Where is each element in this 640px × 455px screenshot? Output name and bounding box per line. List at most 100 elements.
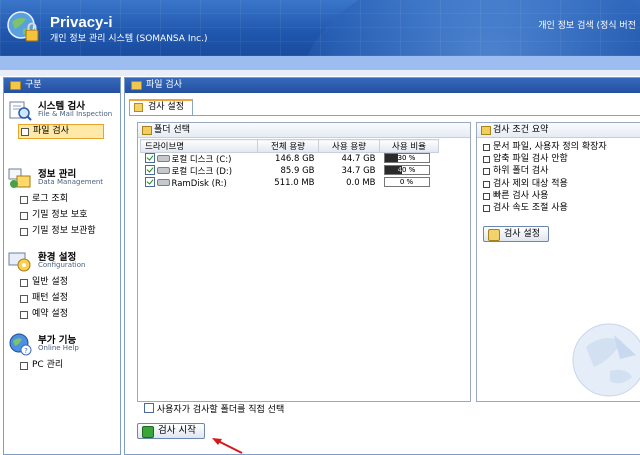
bullet-box-icon	[20, 362, 28, 370]
sidebar: 구분 시스템 검사 File & Mail Inspection 파일 검사 정…	[3, 77, 121, 455]
globe-watermark-icon	[572, 323, 640, 397]
hard-disk-icon	[156, 179, 170, 186]
sidebar-item-label: 패턴 설정	[32, 293, 68, 303]
drive-total: 85.9 GB	[280, 166, 315, 176]
header-divider	[0, 70, 640, 76]
tab-scan-settings[interactable]: 검사 설정	[129, 99, 193, 115]
bullet-box-icon	[20, 212, 28, 220]
sidebar-item-pc-management[interactable]: PC 관리	[18, 359, 63, 372]
drive-checkbox[interactable]	[144, 153, 155, 163]
settings-tab-icon	[134, 103, 143, 112]
annotation-arrow-icon	[212, 438, 243, 454]
drive-checkbox[interactable]	[144, 165, 155, 175]
folder-selection-header: 폴더 선택	[138, 123, 470, 138]
configuration-icon	[8, 252, 31, 272]
version-label: 개인 정보 검색 (정식 버전	[538, 21, 636, 31]
app-subtitle: 개인 정보 관리 시스템 (SOMANSA Inc.)	[50, 34, 208, 44]
list-item: 하위 폴더 검사	[483, 165, 607, 177]
start-scan-button[interactable]: 검사 시작	[137, 423, 205, 439]
sidebar-item-schedule-settings[interactable]: 예약 설정	[18, 308, 68, 321]
sidebar-item-label: 로그 조회	[32, 194, 68, 204]
table-row[interactable]: RamDisk (R:) 511.0 MB 0.0 MB 0 %	[141, 177, 439, 189]
scan-settings-label: 검사 설정	[504, 229, 540, 239]
system-scan-icon	[9, 101, 32, 121]
folder-icon	[142, 126, 152, 135]
sidebar-item-label: 기밀 정보 보관함	[32, 226, 96, 236]
column-header-ratio: 사용 비율	[379, 139, 439, 153]
drive-total: 511.0 MB	[274, 178, 315, 188]
bullet-box-icon	[20, 295, 28, 303]
data-management-icon	[8, 168, 31, 188]
drive-table: 드라이브명 전체 용량 사용 용량 사용 비율 로컬 디스크 (C:) 146.…	[140, 139, 439, 189]
list-item: 빠른 검사 사용	[483, 190, 607, 202]
play-icon	[142, 426, 154, 438]
drive-name: 로컬 디스크 (C:)	[171, 155, 232, 165]
sidebar-item-file-scan[interactable]: 파일 검사	[18, 124, 104, 139]
usage-percent: 40 %	[397, 166, 416, 174]
usage-percent: 30 %	[397, 154, 416, 162]
column-header-used: 사용 용량	[318, 139, 380, 153]
usage-percent: 0 %	[399, 178, 414, 186]
bullet-box-icon	[21, 128, 29, 136]
help-icon: ?	[9, 333, 32, 356]
sidebar-item-label: PC 관리	[32, 360, 64, 370]
column-header-drive: 드라이브명	[140, 139, 258, 153]
table-row[interactable]: 로컬 디스크 (C:) 146.8 GB 44.7 GB 30 %	[141, 153, 439, 165]
scan-summary-title: 검사 조건 요약	[493, 125, 549, 135]
hard-disk-icon	[156, 167, 170, 174]
section-subtitle: File & Mail Inspection	[38, 110, 113, 118]
custom-folder-label: 사용자가 검사할 폴더를 직접 선택	[156, 405, 285, 415]
folder-icon	[10, 81, 21, 90]
usage-bar: 0 %	[383, 177, 430, 187]
bullet-box-icon	[20, 196, 28, 204]
sidebar-item-general-settings[interactable]: 일반 설정	[18, 276, 68, 289]
drive-name: RamDisk (R:)	[171, 179, 227, 189]
drive-total: 146.8 GB	[275, 154, 315, 164]
custom-folder-option[interactable]: 사용자가 검사할 폴더를 직접 선택	[144, 402, 284, 415]
column-header-total: 전체 용량	[257, 139, 319, 153]
summary-icon	[481, 126, 491, 135]
sidebar-item-label: 일반 설정	[32, 277, 68, 287]
drive-used: 34.7 GB	[341, 166, 376, 176]
scan-condition-list: 문서 파일, 사용자 정의 확장자 압축 파일 검사 안함 하위 폴더 검사 검…	[483, 141, 607, 214]
section-subtitle: Configuration	[38, 261, 86, 269]
sidebar-item-label: 파일 검사	[33, 126, 69, 136]
usage-bar: 40 %	[383, 165, 430, 175]
folder-icon	[131, 81, 142, 90]
sidebar-item-confidential-protection[interactable]: 기밀 정보 보호	[18, 209, 87, 222]
bullet-box-icon	[20, 279, 28, 287]
usage-bar: 30 %	[383, 153, 430, 163]
main-panel: 파일 검사 검사 설정 폴더 선택 드라이브명 전체 용량 사용 용량 사용 비…	[124, 77, 640, 455]
header-strip	[0, 56, 640, 70]
scan-summary-panel: 검사 조건 요약 문서 파일, 사용자 정의 확장자 압축 파일 검사 안함 하…	[476, 122, 640, 402]
sidebar-item-label: 예약 설정	[32, 309, 68, 319]
folder-selection-title: 폴더 선택	[154, 125, 190, 135]
bullet-box-icon	[20, 311, 28, 319]
hard-disk-icon	[156, 155, 170, 162]
tab-label: 검사 설정	[148, 102, 184, 112]
sidebar-title: 구분	[25, 80, 42, 90]
drive-name: 로컬 디스크 (D:)	[171, 167, 233, 177]
drive-checkbox[interactable]	[144, 177, 155, 187]
scan-settings-button[interactable]: 검사 설정	[483, 226, 549, 242]
sidebar-item-confidential-vault[interactable]: 기밀 정보 보관함	[18, 225, 96, 238]
list-item: 압축 파일 검사 안함	[483, 153, 607, 165]
svg-text:?: ?	[24, 347, 28, 355]
drive-used: 0.0 MB	[346, 178, 376, 188]
section-subtitle: Online Help	[38, 344, 79, 352]
privacy-lock-logo-icon	[7, 11, 39, 42]
list-item: 검사 속도 조절 사용	[483, 202, 607, 214]
drive-table-header: 드라이브명 전체 용량 사용 용량 사용 비율	[140, 139, 439, 153]
section-subtitle: Data Management	[38, 178, 104, 186]
sidebar-header: 구분	[4, 78, 120, 93]
sidebar-item-pattern-settings[interactable]: 패턴 설정	[18, 292, 68, 305]
tab-content: 폴더 선택 드라이브명 전체 용량 사용 용량 사용 비율 로컬 디스크 (C:…	[129, 115, 640, 452]
sidebar-item-log-view[interactable]: 로그 조회	[18, 193, 68, 206]
sidebar-item-label: 기밀 정보 보호	[32, 210, 88, 220]
list-item: 문서 파일, 사용자 정의 확장자	[483, 141, 607, 153]
app-header: Privacy-i 개인 정보 관리 시스템 (SOMANSA Inc.) 개인…	[0, 0, 640, 56]
drive-used: 44.7 GB	[341, 154, 376, 164]
bullet-box-icon	[20, 228, 28, 236]
table-row[interactable]: 로컬 디스크 (D:) 85.9 GB 34.7 GB 40 %	[141, 165, 439, 177]
custom-folder-checkbox[interactable]	[144, 403, 154, 413]
